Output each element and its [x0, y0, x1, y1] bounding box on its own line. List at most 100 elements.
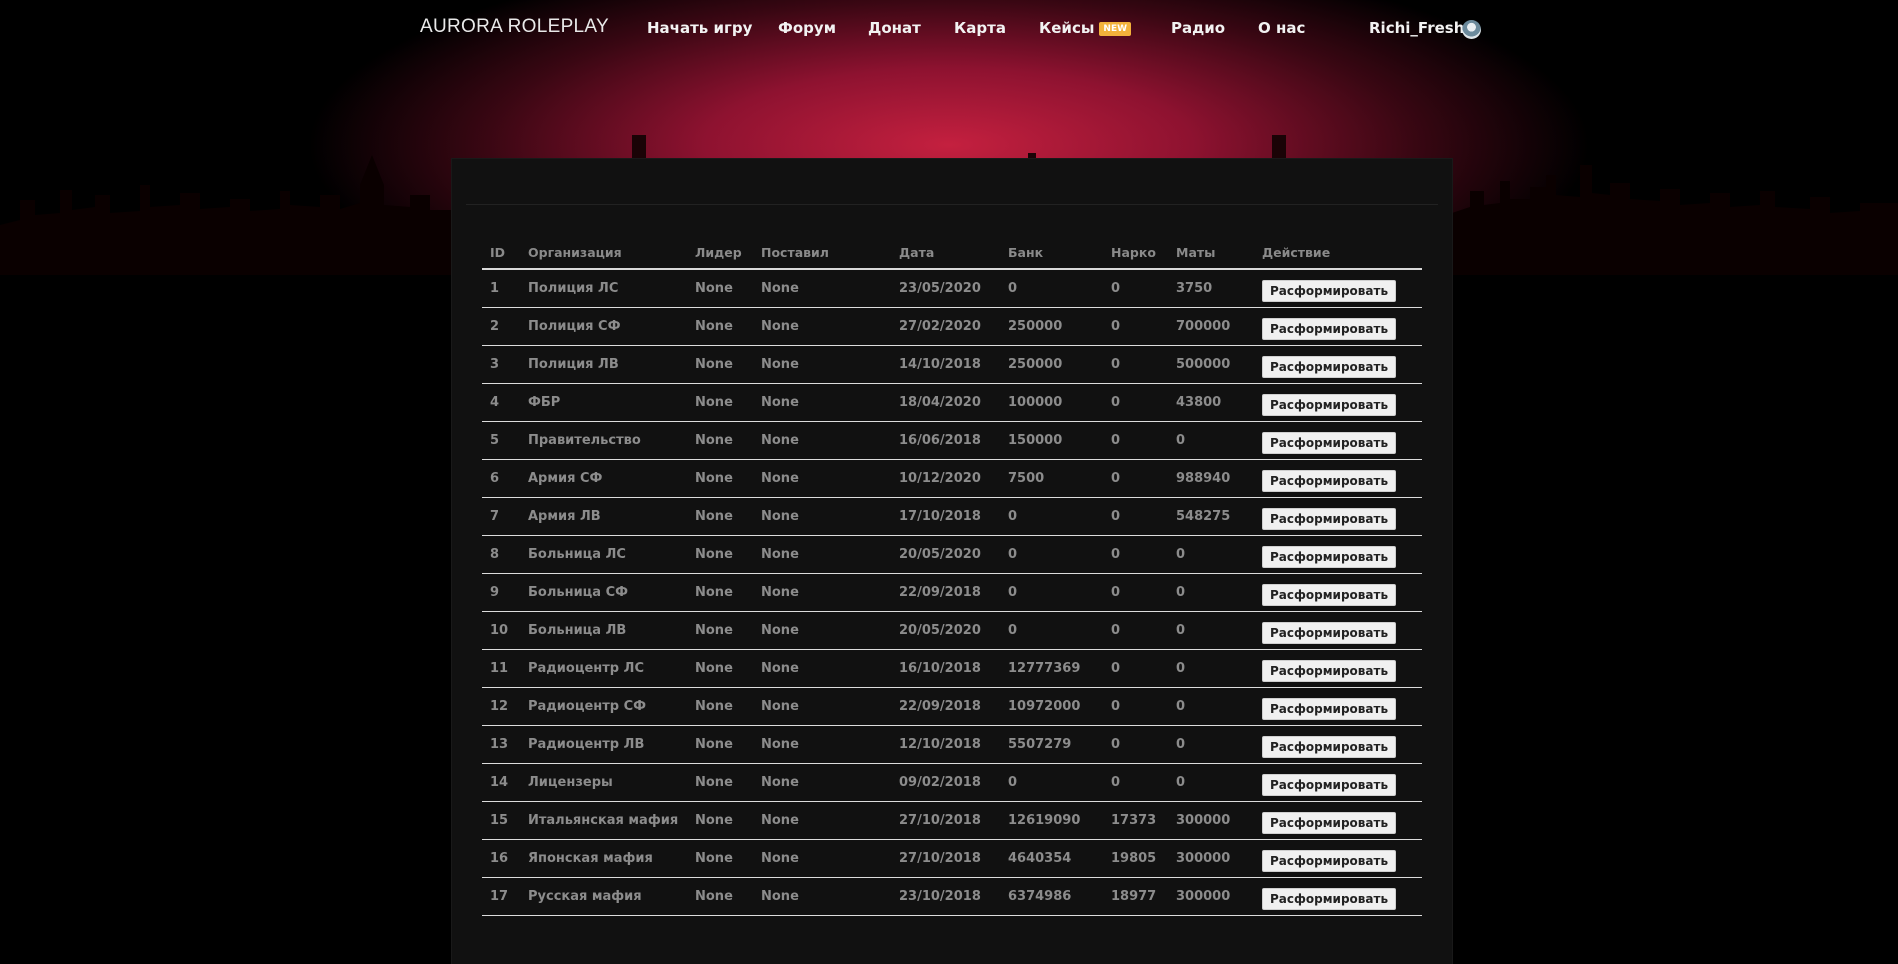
- table-row: 16 Японская мафия None None 27/10/2018 464035…: [482, 839, 1422, 878]
- nav-item-about[interactable]: О нас: [1258, 19, 1305, 37]
- cell-mats: 300000: [1168, 877, 1254, 916]
- column-header-action: Действие: [1254, 237, 1422, 270]
- avatar[interactable]: [1462, 20, 1481, 39]
- cell-assigned-by: None: [753, 573, 891, 612]
- disband-button[interactable]: Расформировать: [1262, 621, 1397, 644]
- disband-button[interactable]: Расформировать: [1262, 887, 1397, 910]
- cell-organization: Японская мафия: [520, 839, 687, 878]
- disband-button[interactable]: Расформировать: [1262, 735, 1397, 758]
- cell-organization: Правительство: [520, 421, 687, 460]
- cell-date: 09/02/2018: [891, 763, 1000, 802]
- cell-assigned-by: None: [753, 497, 891, 536]
- cell-date: 22/09/2018: [891, 573, 1000, 612]
- cell-mats: 300000: [1168, 839, 1254, 878]
- cell-action: Расформировать: [1254, 763, 1422, 802]
- disband-button[interactable]: Расформировать: [1262, 773, 1397, 796]
- cell-date: 17/10/2018: [891, 497, 1000, 536]
- cell-mats: 0: [1168, 725, 1254, 764]
- cell-id: 17: [482, 877, 520, 916]
- table-row: 5 Правительство None None 16/06/2018 150000 0 0…: [482, 421, 1422, 460]
- cell-narco: 0: [1103, 573, 1168, 612]
- cell-leader: None: [687, 269, 753, 308]
- cell-id: 3: [482, 345, 520, 384]
- nav-item-map[interactable]: Карта: [954, 19, 1006, 37]
- logo-sub: ROLEPLAY: [507, 16, 609, 37]
- table-row: 1 Полиция ЛС None None 23/05/2020 0 0 3750 Расфо…: [482, 269, 1422, 308]
- disband-button[interactable]: Расформировать: [1262, 469, 1397, 492]
- cell-bank: 5507279: [1000, 725, 1103, 764]
- disband-button[interactable]: Расформировать: [1262, 545, 1397, 568]
- cell-action: Расформировать: [1254, 649, 1422, 688]
- cell-date: 27/10/2018: [891, 839, 1000, 878]
- table-row: 8 Больница ЛС None None 20/05/2020 0 0 0 Расформ…: [482, 535, 1422, 574]
- column-header-bank: Банк: [1000, 237, 1103, 270]
- cell-narco: 0: [1103, 307, 1168, 346]
- cell-mats: 0: [1168, 421, 1254, 460]
- cell-organization: Полиция СФ: [520, 307, 687, 346]
- cell-narco: 0: [1103, 725, 1168, 764]
- nav-item-start-game[interactable]: Начать игру: [647, 19, 752, 37]
- table-row: 17 Русская мафия None None 23/10/2018 6374986…: [482, 877, 1422, 916]
- cell-narco: 17373: [1103, 801, 1168, 840]
- table-row: 4 ФБР None None 18/04/2020 100000 0 43800 Расфор…: [482, 383, 1422, 422]
- disband-button[interactable]: Расформировать: [1262, 355, 1397, 378]
- disband-button[interactable]: Расформировать: [1262, 317, 1397, 340]
- cell-date: 12/10/2018: [891, 725, 1000, 764]
- cell-assigned-by: None: [753, 459, 891, 498]
- cell-organization: Радиоцентр ЛВ: [520, 725, 687, 764]
- table-row: 3 Полиция ЛВ None None 14/10/2018 250000 0 5000…: [482, 345, 1422, 384]
- table-row: 11 Радиоцентр ЛС None None 16/10/2018 1277736…: [482, 649, 1422, 688]
- column-header-assigned-by: Поставил: [753, 237, 891, 270]
- cell-organization: Армия СФ: [520, 459, 687, 498]
- cell-id: 16: [482, 839, 520, 878]
- cell-mats: 0: [1168, 649, 1254, 688]
- cell-bank: 4640354: [1000, 839, 1103, 878]
- nav-item-cases[interactable]: Кейсы NEW: [1039, 19, 1132, 37]
- cell-action: Расформировать: [1254, 687, 1422, 726]
- cell-bank: 100000: [1000, 383, 1103, 422]
- cell-action: Расформировать: [1254, 307, 1422, 346]
- cell-action: Расформировать: [1254, 383, 1422, 422]
- cell-mats: 0: [1168, 535, 1254, 574]
- cell-id: 10: [482, 611, 520, 650]
- disband-button[interactable]: Расформировать: [1262, 393, 1397, 416]
- cell-narco: 18977: [1103, 877, 1168, 916]
- disband-button[interactable]: Расформировать: [1262, 507, 1397, 530]
- disband-button[interactable]: Расформировать: [1262, 849, 1397, 872]
- cell-narco: 0: [1103, 687, 1168, 726]
- cell-id: 11: [482, 649, 520, 688]
- nav-item-radio[interactable]: Радио: [1171, 19, 1225, 37]
- organizations-panel: ID Организация Лидер Поставил Дата Банк …: [452, 159, 1452, 964]
- column-header-organization: Организация: [520, 237, 687, 270]
- disband-button[interactable]: Расформировать: [1262, 431, 1397, 454]
- nav-item-forum[interactable]: Форум: [778, 19, 836, 37]
- cell-organization: Итальянская мафия: [520, 801, 687, 840]
- cell-mats: 300000: [1168, 801, 1254, 840]
- cell-id: 13: [482, 725, 520, 764]
- cell-bank: 12777369: [1000, 649, 1103, 688]
- cell-assigned-by: None: [753, 649, 891, 688]
- cell-action: Расформировать: [1254, 535, 1422, 574]
- site-logo[interactable]: AURORA ROLEPLAY: [420, 16, 609, 38]
- disband-button[interactable]: Расформировать: [1262, 659, 1397, 682]
- cell-date: 14/10/2018: [891, 345, 1000, 384]
- new-badge: NEW: [1099, 22, 1132, 36]
- disband-button[interactable]: Расформировать: [1262, 583, 1397, 606]
- cell-leader: None: [687, 687, 753, 726]
- cell-narco: 0: [1103, 421, 1168, 460]
- disband-button[interactable]: Расформировать: [1262, 811, 1397, 834]
- cell-date: 22/09/2018: [891, 687, 1000, 726]
- cell-date: 23/05/2020: [891, 269, 1000, 308]
- disband-button[interactable]: Расформировать: [1262, 280, 1397, 302]
- cell-organization: Полиция ЛВ: [520, 345, 687, 384]
- cell-action: Расформировать: [1254, 345, 1422, 384]
- user-menu-name[interactable]: Richi_Fresh: [1369, 19, 1464, 37]
- table-row: 9 Больница СФ None None 22/09/2018 0 0 0 Расформ…: [482, 573, 1422, 612]
- nav-item-donate[interactable]: Донат: [868, 19, 921, 37]
- cell-leader: None: [687, 877, 753, 916]
- cell-assigned-by: None: [753, 687, 891, 726]
- cell-leader: None: [687, 459, 753, 498]
- top-navigation: AURORA ROLEPLAY Начать игру Форум Донат …: [0, 0, 1898, 56]
- disband-button[interactable]: Расформировать: [1262, 697, 1397, 720]
- cell-id: 7: [482, 497, 520, 536]
